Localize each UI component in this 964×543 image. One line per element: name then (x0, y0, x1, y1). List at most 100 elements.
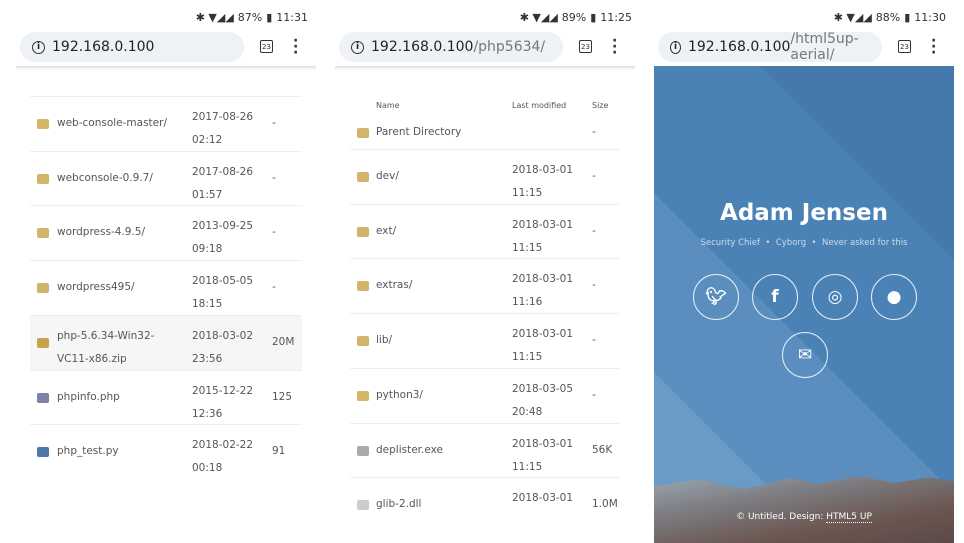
folder-icon (37, 119, 49, 129)
table-row[interactable]: dev/ 2018-03-01 11:15 - (350, 149, 620, 204)
info-icon[interactable]: i (32, 40, 45, 54)
table-row[interactable]: ext/ 2018-03-01 11:15 - (350, 203, 620, 259)
folder-icon (37, 173, 49, 184)
tab-switcher-button[interactable]: 23 (898, 40, 911, 53)
file-modified: 2018-03-01 11:15 (512, 323, 573, 369)
tab-switcher-button[interactable]: 23 (260, 40, 273, 53)
file-name[interactable]: glib-2.dll (376, 498, 496, 510)
dribbble-icon[interactable]: ◎ (812, 274, 858, 320)
file-size: 56K (592, 443, 613, 456)
table-row[interactable]: php_test.py 2018-02-22 00:18 91 (30, 424, 302, 479)
more-menu-icon[interactable]: · · · (612, 34, 617, 60)
hero-subtitle: Security Chief • Cyborg • Never asked fo… (700, 238, 908, 248)
file-size: - (592, 279, 596, 292)
folder-icon (357, 390, 369, 401)
column-header-modified[interactable]: Last modified (512, 101, 566, 110)
aerial-hero: Adam Jensen Security Chief • Cyborg • Ne… (654, 66, 954, 543)
html5up-link[interactable]: HTML5 UP (826, 512, 872, 523)
file-name[interactable]: python3/ (376, 389, 496, 401)
table-row[interactable]: lib/ 2018-03-01 11:15 - (350, 313, 620, 368)
url-bar[interactable]: i 192.168.0.100/html5up-aerial/ (658, 31, 882, 63)
more-menu-icon[interactable]: · · · (931, 34, 936, 60)
info-icon[interactable]: i (670, 40, 681, 54)
url-host: 192.168.0.100 (687, 39, 791, 55)
table-row[interactable]: extras/ 2018-03-01 11:16 - (350, 258, 620, 313)
file-name[interactable]: wordpress-4.9.5/ (57, 226, 177, 238)
time: 11:15 (512, 241, 543, 254)
table-row[interactable]: php-5.6.34-Win32-VC11-x86.zip 2018-03-02… (30, 314, 302, 371)
date: 2015-12-22 (192, 384, 254, 397)
date: 2018-03-01 (512, 164, 574, 176)
file-name[interactable]: wordpress495/ (57, 281, 177, 293)
file-name[interactable]: web-console-master/ (57, 117, 177, 129)
column-header-size[interactable]: Size (592, 101, 608, 110)
info-icon[interactable]: i (351, 40, 364, 54)
url-path: /html5up-aerial/ (790, 31, 859, 63)
time: 23:56 (192, 352, 223, 365)
date: 2018-03-05 (512, 382, 574, 395)
table-row[interactable]: webconsole-0.9.7/ 2017-08-26 01:57 - (30, 150, 302, 207)
clock: 11:25 (600, 11, 632, 24)
url-bar[interactable]: i 192.168.0.100 (20, 32, 244, 62)
github-icon[interactable]: ● (871, 274, 917, 320)
file-name[interactable]: ext/ (376, 225, 496, 237)
time: 11:15 (512, 460, 543, 473)
url-host: 192.168.0.100 (371, 39, 474, 55)
column-header-name[interactable]: Name (376, 101, 400, 110)
bluetooth-icon: ✱ ▼◢◢ (833, 11, 872, 24)
phone-3: ✱ ▼◢◢ 88% ▮ 11:30 i 192.168.0.100/html5up-ae… (654, 0, 954, 543)
date: 2013-09-25 (192, 220, 254, 233)
envelope-icon[interactable]: ✉ (782, 332, 828, 378)
folder-icon (37, 283, 49, 294)
file-size: - (592, 224, 596, 237)
mountains-image (654, 476, 954, 543)
exe-icon (357, 445, 369, 456)
tab-switcher-button[interactable]: 23 (579, 40, 592, 53)
file-modified: 2017-08-26 01:57 (192, 161, 253, 207)
table-row[interactable]: glib-2.dll 2018-03-01 1.0M (350, 477, 620, 532)
footer: © Untitled. Design: HTML5 UP (654, 512, 954, 523)
battery-percent: 89% (561, 11, 587, 24)
file-name[interactable]: phpinfo.php (57, 391, 177, 403)
battery-percent: 87% (237, 11, 263, 24)
twitter-icon[interactable]: 🐦︎ (693, 274, 739, 320)
battery-icon: ▮ (904, 11, 911, 24)
date: 2018-03-01 (512, 437, 574, 450)
time: 01:57 (192, 188, 223, 201)
file-name[interactable]: php-5.6.34-Win32-VC11-x86.zip (57, 325, 177, 371)
file-size: - (272, 171, 276, 184)
parent-folder-icon (357, 128, 369, 138)
date: 2018-03-02 (192, 329, 254, 342)
file-name[interactable]: php_test.py (57, 445, 177, 457)
file-name[interactable]: Parent Directory (376, 126, 461, 138)
url-bar[interactable]: i 192.168.0.100/php5634/ (339, 32, 563, 62)
facebook-icon[interactable]: f (752, 274, 798, 320)
php-icon (37, 392, 49, 403)
file-modified: 2018-03-01 (512, 487, 573, 510)
table-row[interactable]: wordpress-4.9.5/ 2013-09-25 09:18 - (30, 205, 302, 260)
file-modified: 2018-03-01 11:16 (512, 268, 573, 314)
file-name[interactable]: extras/ (376, 279, 496, 291)
file-name[interactable]: dev/ (376, 170, 496, 182)
file-size: - (592, 170, 596, 182)
folder-icon (357, 226, 369, 237)
table-row[interactable]: python3/ 2018-03-05 20:48 - (350, 367, 620, 423)
file-size: 91 (272, 445, 286, 458)
parent-directory-row[interactable]: Parent Directory - (350, 119, 620, 149)
file-name[interactable]: deplister.exe (376, 444, 496, 456)
clock: 11:31 (276, 11, 308, 24)
python-icon (37, 447, 49, 458)
status-bar: ✱ ▼◢◢ 89% ▮ 11:25 (520, 11, 632, 24)
file-name[interactable]: webconsole-0.9.7/ (57, 172, 177, 184)
phone-2: ✱ ▼◢◢ 89% ▮ 11:25 i 192.168.0.100/php5634/ 2… (335, 0, 640, 543)
table-row[interactable]: deplister.exe 2018-03-01 11:15 56K (350, 422, 620, 478)
file-name[interactable]: lib/ (376, 334, 496, 346)
battery-icon: ▮ (590, 11, 597, 24)
table-row[interactable]: wordpress495/ 2018-05-05 18:15 - (30, 260, 302, 315)
file-size: - (592, 126, 596, 138)
time: 11:16 (512, 296, 543, 309)
table-row[interactable]: web-console-master/ 2017-08-26 02:12 - (30, 96, 302, 151)
date: 2018-03-01 (512, 218, 574, 231)
more-menu-icon[interactable]: · · · (293, 34, 298, 60)
table-row[interactable]: phpinfo.php 2015-12-22 12:36 125 (30, 369, 302, 425)
